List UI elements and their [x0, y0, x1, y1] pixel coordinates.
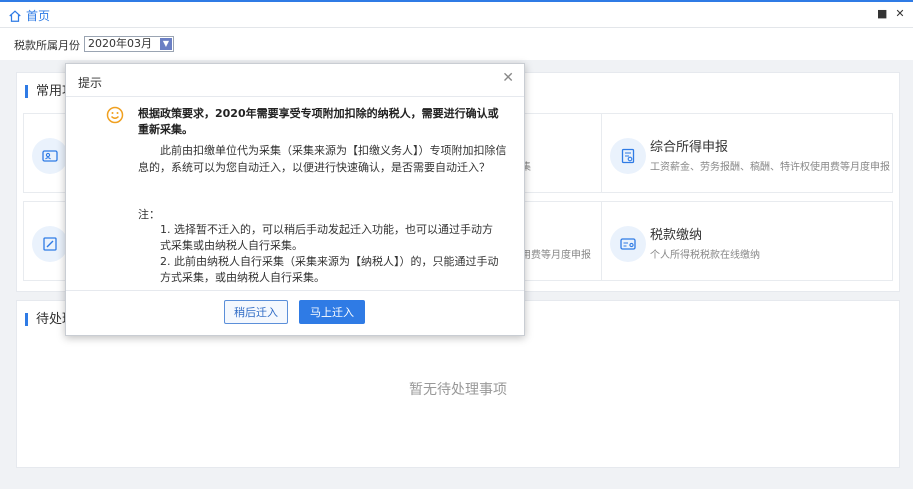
divider	[66, 96, 524, 97]
smiley-icon	[106, 106, 124, 124]
dialog-headline: 根据政策要求，2020年需要享受专项附加扣除的纳税人，需要进行确认或重新采集。	[138, 107, 499, 136]
note-item: 2. 此前由纳税人自行采集（采集来源为【纳税人】）的，只能通过手动方式采集，或由…	[160, 255, 499, 284]
close-icon[interactable]: ✕	[502, 70, 514, 86]
dialog-paragraph: 此前由扣缴单位代为采集（采集来源为【扣缴义务人】）专项附加扣除信息的，系统可以为…	[138, 144, 507, 174]
dialog-body: 根据政策要求，2020年需要享受专项附加扣除的纳税人，需要进行确认或重新采集。 …	[80, 102, 516, 285]
dialog-title: 提示	[78, 76, 103, 90]
migrate-now-button[interactable]: 马上迁入	[299, 300, 365, 324]
note-heading: 注：	[138, 208, 160, 221]
migrate-later-button[interactable]: 稍后迁入	[224, 300, 288, 324]
modal-overlay: 提示 ✕ 根据政策要求，2020年需要享受专项附加扣除的纳税人，需要进行确认或重…	[0, 0, 913, 489]
divider	[66, 290, 524, 291]
migration-prompt-dialog: 提示 ✕ 根据政策要求，2020年需要享受专项附加扣除的纳税人，需要进行确认或重…	[65, 63, 525, 336]
note-item: 1. 选择暂不迁入的，可以稍后手动发起迁入功能，也可以通过手动方式采集或由纳税人…	[160, 223, 493, 252]
